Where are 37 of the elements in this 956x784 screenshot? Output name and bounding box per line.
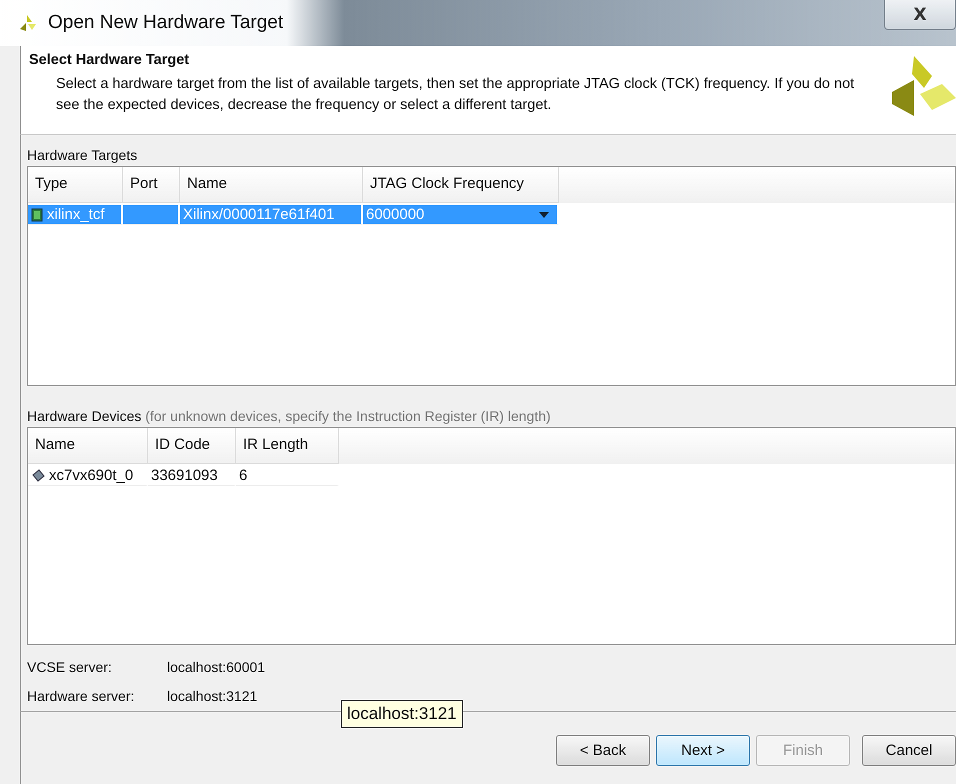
cell-text: 33691093 bbox=[151, 467, 218, 484]
device-icon bbox=[31, 468, 45, 482]
cell-text: xilinx_tcf bbox=[47, 206, 105, 223]
logo-icon bbox=[18, 13, 38, 33]
table-cell[interactable]: 6 bbox=[236, 466, 339, 486]
section-label: Hardware Targets bbox=[27, 147, 138, 163]
window-title: Open New Hardware Target bbox=[48, 12, 284, 34]
tooltip: localhost:3121 bbox=[341, 700, 463, 728]
column-header[interactable]: Name bbox=[28, 428, 148, 464]
dropdown-arrow-icon[interactable] bbox=[539, 212, 549, 218]
server-value: localhost:60001 bbox=[167, 659, 266, 675]
section-hint: (for unknown devices, specify the Instruction Register (IR) length) bbox=[144, 408, 551, 424]
page-title: Select Hardware Target bbox=[29, 52, 190, 68]
logo-icon bbox=[892, 54, 956, 118]
server-label: VCSE server: bbox=[27, 659, 113, 675]
close-button[interactable]: X bbox=[884, 0, 956, 30]
table-cell[interactable]: 33691093 bbox=[148, 466, 236, 486]
table-cell[interactable]: xc7vx690t_0 bbox=[28, 466, 148, 486]
column-header[interactable]: IR Length bbox=[236, 428, 339, 464]
column-header[interactable]: ID Code bbox=[148, 428, 236, 464]
chip-icon bbox=[31, 208, 43, 222]
page-description: Select a hardware target from the list of available targets, then set the appropriate JTAG clock (TCK) frequency. If you do not see the expected devices, decrease the frequency or select a different target. bbox=[55, 75, 856, 115]
column-header[interactable]: JTAG Clock Frequency bbox=[363, 167, 559, 203]
dialog-button[interactable]: < Back bbox=[556, 734, 650, 766]
column-header[interactable]: Name bbox=[180, 167, 363, 203]
server-label: Hardware server: bbox=[27, 688, 136, 704]
dialog-button[interactable]: Next > bbox=[656, 734, 750, 766]
server-value: localhost:3121 bbox=[167, 688, 258, 704]
cell-text: 6 bbox=[239, 467, 248, 484]
section-label: Hardware Devices bbox=[27, 408, 142, 424]
column-header[interactable]: Port bbox=[123, 167, 180, 203]
dialog-button[interactable]: Cancel bbox=[862, 734, 956, 766]
column-header[interactable]: Type bbox=[28, 167, 123, 203]
table-cell[interactable] bbox=[123, 205, 180, 225]
cell-text: Xilinx/0000117e61f401 bbox=[183, 206, 335, 223]
cell-text: 6000000 bbox=[366, 206, 424, 223]
cell-text: xc7vx690t_0 bbox=[49, 467, 134, 484]
